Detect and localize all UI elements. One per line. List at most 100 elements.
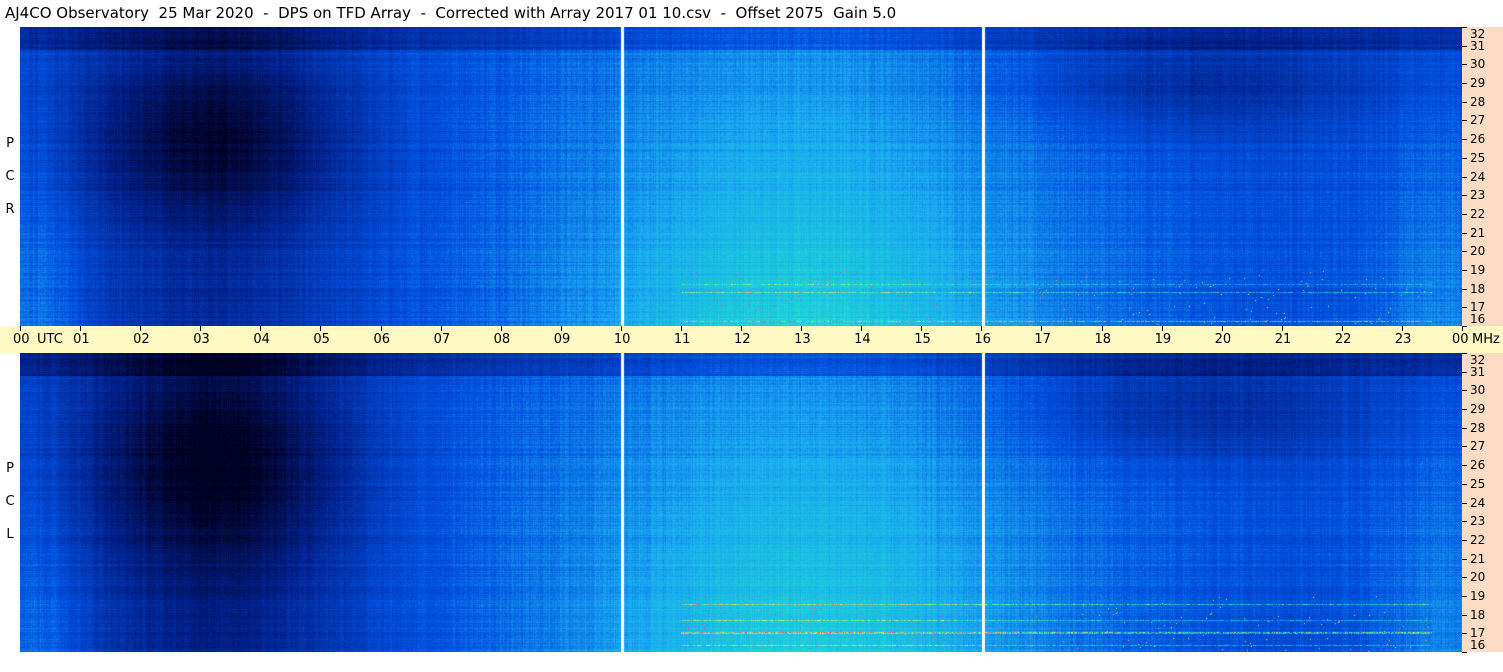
time-tick-label: 10	[613, 332, 631, 347]
time-tick	[741, 326, 742, 331]
frequency-tick	[1462, 409, 1467, 411]
time-tick	[1101, 326, 1103, 331]
time-tick	[861, 326, 863, 331]
time-tick	[1041, 326, 1043, 331]
time-tick-label: 22	[1334, 332, 1352, 347]
frequency-tick	[1462, 521, 1467, 523]
frequency-tick	[1462, 446, 1467, 448]
time-tick-label: 11	[673, 332, 691, 347]
frequency-tick-label: 19	[1470, 262, 1486, 277]
time-tick	[801, 326, 803, 331]
frequency-tick	[1462, 465, 1467, 467]
pol-letter: P	[6, 461, 14, 476]
frequency-tick	[1462, 390, 1467, 392]
time-tick-label: 12	[734, 332, 751, 347]
frequency-tick-label: 24	[1470, 169, 1486, 184]
time-tick	[921, 326, 923, 331]
time-tick-label: 13	[794, 332, 811, 347]
frequency-tick-label: 26	[1470, 132, 1486, 147]
frequency-tick	[1462, 595, 1467, 597]
time-tick	[1401, 326, 1403, 331]
frequency-tick-label: 31	[1470, 364, 1486, 379]
frequency-tick	[1462, 371, 1467, 373]
frequency-tick	[1462, 157, 1467, 159]
frequency-tick-label: 29	[1470, 76, 1486, 91]
time-tick	[1221, 326, 1223, 331]
time-tick-label: 17	[1034, 332, 1051, 347]
time-tick-label: 08	[493, 332, 511, 347]
frequency-tick	[1462, 195, 1467, 197]
frequency-tick-label: 28	[1470, 420, 1486, 435]
frequency-tick-label: 19	[1470, 588, 1486, 603]
time-tick-label: 14	[854, 332, 871, 347]
time-tick	[80, 326, 82, 331]
time-tick	[1281, 326, 1283, 331]
frequency-tick-label: 22	[1470, 532, 1486, 547]
frequency-unit-label: MHz	[1472, 332, 1500, 347]
frequency-tick	[1462, 502, 1467, 504]
frequency-tick	[1462, 539, 1467, 541]
utc-time-axis: 00 01 02 03 04 05 06 07 08 09 10 11 12 13 14 15 16 17 18 19…	[0, 326, 1503, 353]
time-tick-label: 19	[1154, 332, 1172, 347]
frequency-tick	[1462, 213, 1467, 215]
frequency-tick	[1462, 83, 1467, 85]
time-tick-label: 20	[1214, 332, 1232, 347]
frequency-tick	[1462, 633, 1467, 635]
time-tick	[140, 326, 142, 331]
time-tick-label: 18	[1094, 332, 1112, 347]
frequency-tick	[1462, 652, 1467, 653]
time-tick	[620, 326, 622, 331]
frequency-tick	[1462, 139, 1467, 141]
time-tick-label: 02	[133, 332, 150, 347]
frequency-tick-label: 16	[1470, 638, 1486, 652]
time-tick-label: 03	[193, 332, 210, 347]
rcp-label: P C R	[0, 127, 20, 226]
frequency-tick-label: 21	[1470, 225, 1486, 240]
frequency-tick-label: 27	[1470, 439, 1486, 454]
time-tick	[200, 326, 202, 331]
frequency-tick	[1462, 483, 1467, 485]
frequency-tick	[1462, 27, 1467, 28]
frequency-tick	[1462, 353, 1467, 354]
pol-letter: C	[5, 169, 15, 184]
rcp-spectrogram-panel	[20, 27, 1462, 326]
lcp-spectrogram-panel	[20, 353, 1462, 652]
time-tick	[1341, 326, 1343, 331]
frequency-tick-label: 30	[1470, 383, 1486, 398]
frequency-tick	[1462, 176, 1467, 178]
time-tick	[981, 326, 983, 331]
spectrogram-window: AJ4CO Observatory 25 Mar 2020 - DPS on T…	[0, 0, 1503, 672]
frequency-tick-label: 18	[1470, 607, 1486, 622]
frequency-tick	[1462, 326, 1467, 327]
time-tick	[560, 326, 562, 331]
lcp-spectrogram	[20, 353, 1462, 652]
time-tick	[20, 326, 21, 331]
time-tick	[260, 326, 262, 331]
frequency-tick-label: 31	[1470, 38, 1486, 53]
frequency-tick-label: 24	[1470, 495, 1486, 510]
frequency-tick-label: 22	[1470, 206, 1486, 221]
frequency-tick	[1462, 558, 1467, 560]
frequency-tick-label: 30	[1470, 57, 1486, 72]
time-tick-label: 00	[13, 332, 30, 347]
pol-letter: L	[6, 527, 14, 542]
frequency-tick	[1462, 269, 1467, 271]
rcp-frequency-axis: 32 31 30 29 28 27 26 25 24 23 22 21 20 19 18 17 16	[1462, 27, 1503, 327]
chart-title: AJ4CO Observatory 25 Mar 2020 - DPS on T…	[5, 4, 897, 22]
time-tick	[1161, 326, 1163, 331]
frequency-tick-label: 27	[1470, 113, 1486, 128]
frequency-tick-label: 23	[1470, 514, 1486, 529]
frequency-tick	[1462, 45, 1467, 47]
rcp-spectrogram	[20, 27, 1462, 326]
frequency-tick-label: 21	[1470, 551, 1486, 566]
frequency-tick	[1462, 232, 1467, 234]
frequency-tick-label: 16	[1470, 312, 1486, 326]
time-tick-label: 05	[313, 332, 330, 347]
time-tick-label: 23	[1394, 332, 1412, 347]
time-tick	[320, 326, 322, 331]
pol-letter: P	[6, 136, 14, 151]
frequency-tick-label: 20	[1470, 570, 1486, 585]
time-tick-label: 01	[73, 332, 90, 347]
lcp-label: P C L	[0, 452, 20, 551]
time-unit-label: UTC	[37, 332, 63, 347]
